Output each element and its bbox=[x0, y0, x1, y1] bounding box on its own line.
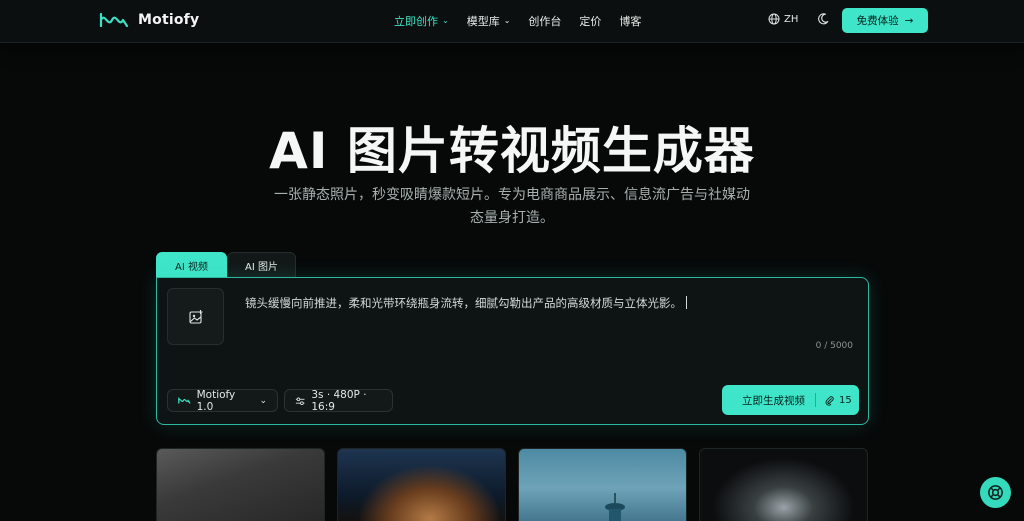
menu-item-label: 定价 bbox=[579, 15, 602, 28]
page-title: AI 图片转视频生成器 bbox=[269, 122, 755, 180]
wave-logo-icon bbox=[178, 397, 191, 404]
generate-label: 立即生成视频 bbox=[742, 394, 805, 407]
globe-icon bbox=[768, 13, 780, 25]
prompt-composer: 镜头缓慢向前推进，柔和光带环绕瓶身流转，细腻勾勒出产品的高级材质与立体光影。 0… bbox=[156, 277, 869, 425]
chevron-down-icon: ⌄ bbox=[503, 15, 511, 25]
wave-logo-icon bbox=[99, 12, 129, 28]
tab-ai-image[interactable]: AI 图片 bbox=[227, 252, 296, 278]
gallery-thumbnail[interactable] bbox=[699, 448, 868, 521]
generate-video-button[interactable]: 立即生成视频 15 bbox=[722, 385, 859, 415]
gallery-thumbnail[interactable] bbox=[337, 448, 506, 521]
model-selector[interactable]: Motiofy 1.0 ⌄ bbox=[167, 388, 278, 413]
menu-item-label: 模型库 bbox=[466, 15, 500, 28]
free-trial-button[interactable]: 免费体验 → bbox=[842, 8, 928, 33]
sliders-icon bbox=[295, 396, 305, 405]
help-button[interactable] bbox=[980, 477, 1011, 508]
paperclip-icon bbox=[825, 395, 834, 406]
main-menu: 立即创作 ⌄ 模型库 ⌄ 创作台 定价 博客 bbox=[394, 13, 641, 29]
settings-label: 3s · 480P · 16:9 bbox=[311, 388, 367, 413]
tab-label: AI 图片 bbox=[245, 262, 278, 273]
menu-item-label: 立即创作 bbox=[394, 15, 438, 28]
menu-item-studio[interactable]: 创作台 bbox=[528, 13, 561, 29]
prompt-input[interactable]: 镜头缓慢向前推进，柔和光带环绕瓶身流转，细腻勾勒出产品的高级材质与立体光影。 bbox=[245, 295, 687, 311]
language-label: ZH bbox=[784, 13, 799, 25]
arrow-right-icon: → bbox=[904, 14, 914, 27]
moon-icon[interactable] bbox=[816, 12, 830, 26]
language-switcher[interactable]: ZH bbox=[768, 13, 798, 25]
text-caret bbox=[686, 296, 687, 309]
credit-cost: 15 bbox=[824, 395, 852, 406]
tab-ai-video[interactable]: AI 视频 bbox=[156, 252, 227, 278]
divider bbox=[815, 393, 816, 407]
tower-illustration bbox=[605, 493, 625, 521]
image-upload-icon bbox=[188, 309, 202, 324]
chevron-down-icon: ⌄ bbox=[442, 15, 449, 25]
top-navbar: Motiofy 立即创作 ⌄ 模型库 ⌄ 创作台 定价 博客 ZH 免费体验 → bbox=[0, 0, 1024, 43]
menu-item-blog[interactable]: 博客 bbox=[619, 13, 641, 29]
model-label: Motiofy 1.0 bbox=[196, 388, 236, 413]
tab-label: AI 视频 bbox=[175, 261, 208, 273]
credit-cost-value: 15 bbox=[839, 394, 852, 406]
page-subtitle: 一张静态照片，秒变吸睛爆款短片。专为电商商品展示、信息流广告与社媒动态量身打造。 bbox=[274, 187, 750, 226]
menu-item-models[interactable]: 模型库 ⌄ bbox=[467, 13, 511, 29]
video-settings-selector[interactable]: 3s · 480P · 16:9 bbox=[284, 388, 393, 413]
menu-item-label: 博客 bbox=[619, 15, 642, 28]
menu-item-create[interactable]: 立即创作 ⌄ bbox=[394, 13, 449, 29]
free-trial-label: 免费体验 bbox=[856, 15, 899, 27]
prompt-text: 镜头缓慢向前推进，柔和光带环绕瓶身流转，细腻勾勒出产品的高级材质与立体光影。 bbox=[245, 296, 682, 310]
chevron-down-icon: ⌄ bbox=[259, 395, 267, 406]
brand-logo[interactable]: Motiofy bbox=[99, 10, 199, 30]
gallery-thumbnail[interactable] bbox=[156, 448, 325, 521]
lifebuoy-icon bbox=[988, 485, 1003, 500]
image-upload-button[interactable] bbox=[167, 288, 224, 345]
brand-name: Motiofy bbox=[138, 12, 200, 28]
menu-item-label: 创作台 bbox=[528, 15, 562, 28]
character-counter: 0 / 5000 bbox=[815, 341, 853, 351]
gallery-thumbnail[interactable] bbox=[518, 448, 687, 521]
menu-item-pricing[interactable]: 定价 bbox=[579, 13, 601, 29]
